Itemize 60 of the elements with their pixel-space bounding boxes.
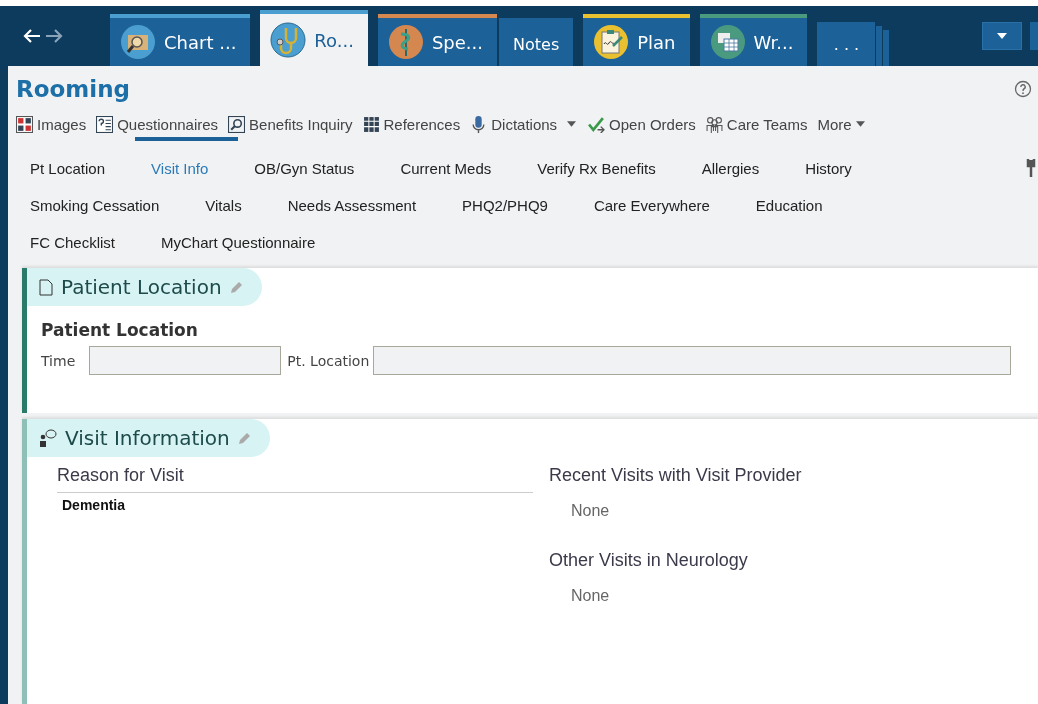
time-field[interactable]: [89, 346, 282, 375]
folder-magnifier-icon: [120, 24, 156, 60]
caret-icon[interactable]: [567, 121, 577, 127]
activity-tab[interactable]: Current Meds: [384, 137, 522, 177]
column-heading: Recent Visits with Visit Provider: [549, 465, 802, 487]
clipboard-icon: [593, 24, 630, 60]
document-icon: [39, 278, 53, 296]
toolbar-button[interactable]: Benefits Inquiry: [228, 115, 357, 133]
toolbar-button[interactable]: Questionnaires: [96, 115, 223, 133]
activity-tab[interactable]: Visit Info: [135, 137, 239, 177]
workspace-tab[interactable]: Chart ...: [110, 14, 251, 66]
toolbar-button[interactable]: Dictations: [470, 115, 562, 133]
wrench-icon[interactable]: [1026, 159, 1036, 177]
toolbar-button[interactable]: Images: [16, 115, 91, 133]
field-label: Pt. Location: [287, 352, 370, 369]
workspace-tab[interactable]: Notes: [499, 18, 574, 66]
forward-arrow-icon[interactable]: [44, 28, 64, 44]
empty-value: None: [570, 586, 611, 605]
stethoscope-icon: [270, 22, 307, 58]
activity-tab[interactable]: Allergies: [685, 137, 790, 177]
people-icon: [705, 115, 723, 133]
calendar-icon: [709, 24, 746, 60]
section-title: Visit Information: [65, 426, 230, 450]
caret-icon: [997, 33, 1007, 39]
workspace-tab[interactable]: Spe...: [377, 14, 497, 66]
activity-tab[interactable]: Verify Rx Benefits: [521, 137, 686, 177]
images-icon: [16, 115, 33, 133]
location-field[interactable]: [373, 346, 1012, 375]
questionnaire-icon: [96, 115, 114, 133]
workspace-tab[interactable]: Wr...: [699, 14, 808, 66]
column-heading: Other Visits in Neurology: [549, 550, 749, 572]
visit-reason: Dementia: [61, 496, 127, 513]
activity-tab[interactable]: MyChart Questionnaire: [145, 211, 346, 251]
checkmark-arrow-icon: [588, 115, 606, 133]
empty-value: None: [570, 501, 611, 520]
activity-tab[interactable]: Pt Location: [14, 137, 136, 177]
books-icon: [362, 115, 380, 133]
form-heading: Patient Location: [41, 320, 199, 340]
back-arrow-icon[interactable]: [22, 28, 42, 44]
column-heading: Reason for Visit: [57, 465, 533, 493]
workspace-tab[interactable]: Ro...: [260, 10, 368, 66]
workspace-tab[interactable]: . . .: [817, 22, 876, 66]
section-title: Patient Location: [61, 275, 222, 299]
toolbar-button[interactable]: Open Orders: [588, 115, 700, 133]
toolbar-button[interactable]: References: [362, 115, 465, 133]
activity-tab[interactable]: History: [789, 137, 882, 177]
activity-title: Rooming: [16, 76, 130, 102]
help-icon[interactable]: [1014, 80, 1032, 98]
caret-icon: [855, 121, 865, 127]
menu-dropdown-button[interactable]: [982, 22, 1022, 50]
magnifier-icon: [228, 115, 246, 133]
workspace-tab[interactable]: Plan: [583, 14, 690, 66]
toolbar-button[interactable]: Care Teams: [705, 115, 812, 133]
activity-tab[interactable]: Smoking Cessation: [14, 174, 190, 214]
field-label: Time: [41, 352, 76, 369]
activity-tab[interactable]: Vitals: [189, 174, 272, 214]
person-speech-icon: [39, 429, 57, 447]
caduceus-icon: [387, 24, 424, 60]
activity-tab[interactable]: OB/Gyn Status: [238, 137, 385, 177]
toolbar-button[interactable]: More: [817, 115, 869, 133]
